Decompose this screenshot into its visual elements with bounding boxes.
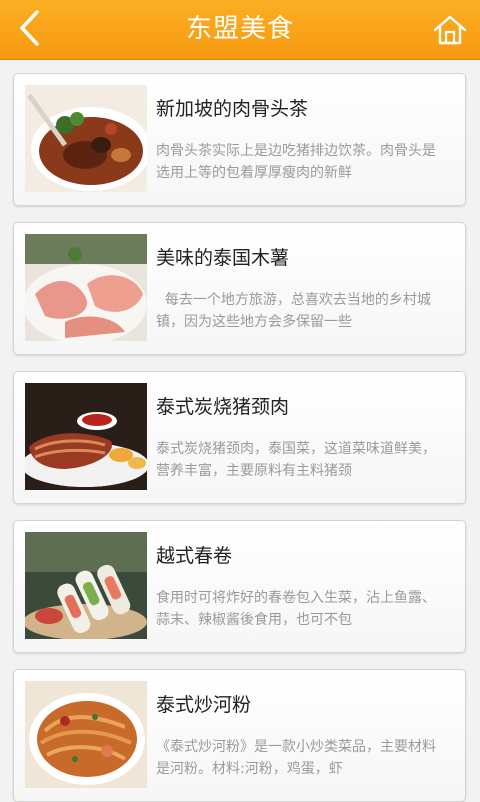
food-image [25, 681, 147, 788]
food-description: 泰式炭烧猪颈肉，泰国菜，这道菜味道鲜美，营养丰富，主要原料有主料猪颈 [156, 441, 436, 479]
top-bar: 东盟美食 [0, 0, 480, 60]
food-title: 泰式炭烧猪颈肉 [156, 396, 290, 418]
home-button[interactable] [428, 8, 472, 52]
food-card[interactable]: 泰式炒河粉 《泰式炒河粉》是一款小炒类菜品，主要材料是河粉。材料:河粉，鸡蛋，虾 [13, 669, 466, 802]
food-card[interactable]: 越式春卷 食用时可将炸好的春卷包入生菜，沾上鱼露、蒜末、辣椒酱後食用，也可不包 [13, 520, 466, 653]
food-title: 美味的泰国木薯 [156, 247, 290, 269]
food-image [25, 532, 147, 639]
food-description: 肉骨头茶实际上是边吃猪排边饮茶。肉骨头是选用上等的包着厚厚瘦肉的新鲜 [156, 143, 436, 181]
food-card[interactable]: 新加坡的肉骨头茶 肉骨头茶实际上是边吃猪排边饮茶。肉骨头是选用上等的包着厚厚瘦肉… [13, 73, 466, 206]
food-title: 泰式炒河粉 [156, 694, 252, 716]
food-description: 《泰式炒河粉》是一款小炒类菜品，主要材料是河粉。材料:河粉，鸡蛋，虾 [156, 739, 436, 777]
food-image [25, 383, 147, 490]
food-image [25, 85, 147, 192]
food-image [25, 234, 147, 341]
page-title: 东盟美食 [185, 14, 294, 44]
food-title: 越式春卷 [156, 545, 233, 567]
food-card[interactable]: 美味的泰国木薯 每去一个地方旅游，总喜欢去当地的乡村城镇，因为这些地方会多保留一… [13, 222, 466, 355]
food-description: 食用时可将炸好的春卷包入生菜，沾上鱼露、蒜末、辣椒酱後食用，也可不包 [156, 590, 436, 628]
food-description: 每去一个地方旅游，总喜欢去当地的乡村城镇，因为这些地方会多保留一些 [156, 292, 431, 330]
food-title: 新加坡的肉骨头茶 [156, 98, 309, 120]
home-icon [433, 15, 467, 45]
food-card[interactable]: 泰式炭烧猪颈肉 泰式炭烧猪颈肉，泰国菜，这道菜味道鲜美，营养丰富，主要原料有主料… [13, 371, 466, 504]
